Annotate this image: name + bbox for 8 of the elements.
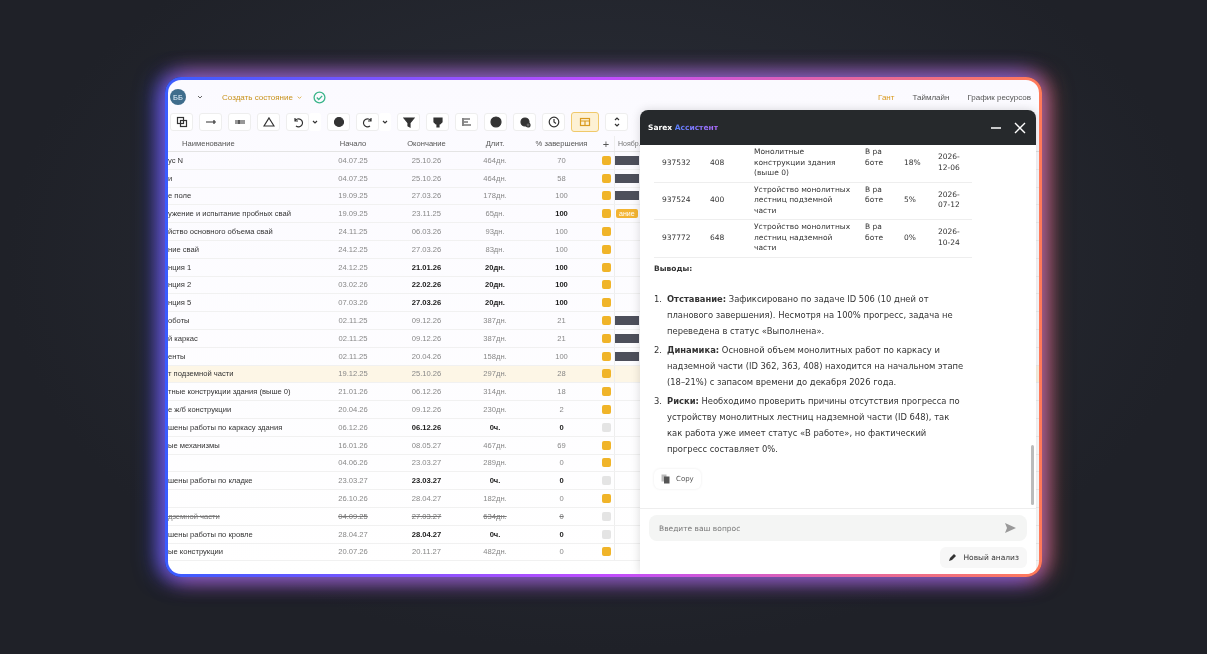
conclusion-text: Отставание: Зафиксировано по задаче ID 506 (10 дней от планового завершения). Несмотря на 100% прогресс, задача не переведена в статус «Выполнена». bbox=[667, 292, 954, 338]
conclusion-text: Риски: Необходимо проверить причины отсутствия прогресса по устройству монолитных лестниц надземной части (ID 648), так как работа уже имеет статус «В работе», но фактический прогресс составляет 0%. bbox=[667, 394, 961, 456]
add-column-button[interactable]: + bbox=[602, 137, 610, 150]
list-number: 3. bbox=[654, 394, 663, 408]
view-tab[interactable]: График ресурсов bbox=[967, 92, 1031, 102]
list-number: 1. bbox=[654, 292, 663, 306]
view-tab[interactable]: Таймлайн bbox=[912, 92, 950, 102]
list-number: 2. bbox=[654, 343, 663, 357]
